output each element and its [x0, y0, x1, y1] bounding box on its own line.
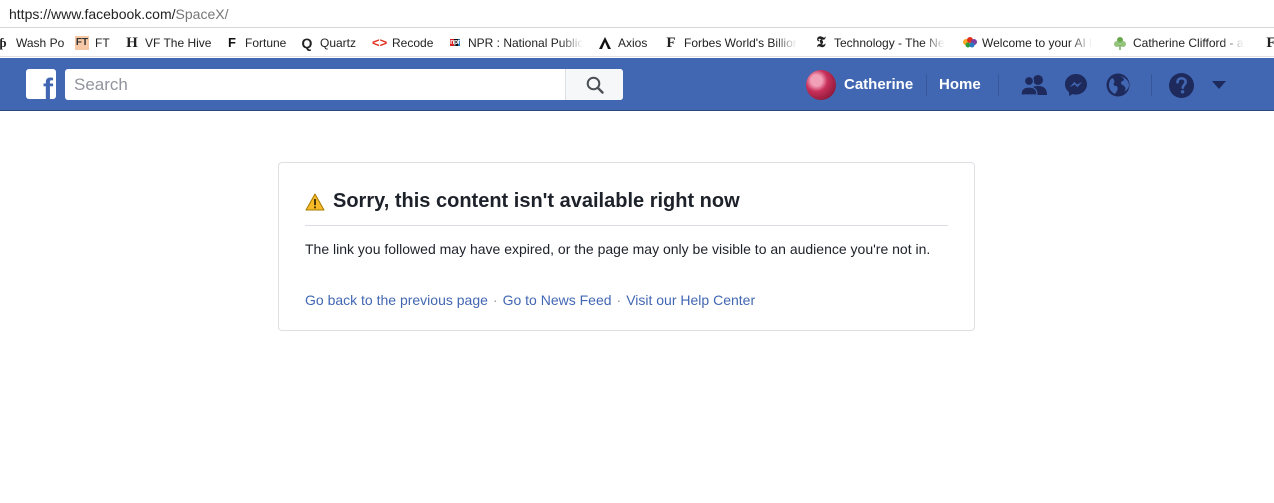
bookmark-npr[interactable]: npr NPR : National Public: [448, 34, 585, 52]
search-icon: [586, 76, 604, 94]
bookmark-recode[interactable]: <> Recode: [372, 34, 433, 52]
search-button[interactable]: [565, 69, 623, 100]
warning-icon: [305, 193, 325, 210]
profile-name: Catherine: [844, 76, 914, 93]
hive-icon: H: [126, 35, 138, 51]
quartz-icon: Q: [301, 35, 313, 51]
friends-icon: [1020, 75, 1047, 96]
bookmark-wash-post[interactable]: ƥ Wash Po: [0, 34, 64, 52]
divider: [305, 225, 948, 226]
nbc-icon: [962, 36, 977, 50]
error-header: Sorry, this content isn't available righ…: [305, 190, 740, 213]
caret-down-icon: [1212, 81, 1226, 89]
bookmark-forbes[interactable]: F Forbes World's Billior: [664, 34, 803, 52]
error-title: Sorry, this content isn't available righ…: [333, 190, 740, 212]
url-path: SpaceX/: [175, 6, 229, 22]
nav-divider: [926, 74, 927, 96]
nav-divider: [998, 74, 999, 96]
bookmark-vf-hive[interactable]: H VF The Hive: [125, 34, 211, 52]
home-link[interactable]: Home: [939, 76, 981, 93]
bookmark-catherine-clifford[interactable]: Catherine Clifford - a: [1113, 34, 1253, 52]
address-bar[interactable]: https://www.facebook.com/SpaceX/: [0, 0, 1274, 28]
news-feed-link[interactable]: Go to News Feed: [503, 292, 612, 308]
bookmark-axios[interactable]: Axios: [598, 34, 647, 52]
fortune-icon: F: [228, 35, 236, 50]
nav-divider: [1151, 74, 1152, 96]
globe-icon: [1106, 73, 1130, 97]
bookmark-ft[interactable]: FT FT: [75, 34, 110, 52]
quick-help-button[interactable]: [1167, 71, 1195, 99]
bookmark-fortune[interactable]: F Fortune: [225, 34, 286, 52]
bookmark-nyt-technology[interactable]: 𝕿 Technology - The Ne: [814, 34, 951, 52]
facebook-header: f Catherine Home: [0, 58, 1274, 111]
search-input[interactable]: [65, 69, 565, 100]
help-center-link[interactable]: Visit our Help Center: [626, 292, 755, 308]
search-box: [65, 69, 623, 100]
profile-link[interactable]: Catherine: [806, 69, 913, 100]
content-unavailable-card: Sorry, this content isn't available righ…: [278, 162, 975, 331]
error-message: The link you followed may have expired, …: [305, 241, 931, 257]
forbes-icon: F: [1264, 36, 1274, 51]
avatar: [806, 69, 836, 100]
npr-icon: npr: [450, 39, 460, 46]
bookmark-welcome-ai[interactable]: Welcome to your AI l: [962, 34, 1102, 52]
recode-icon: <>: [372, 35, 388, 50]
link-separator: ·: [616, 292, 622, 308]
url-host: https://www.facebook.com/: [9, 6, 176, 22]
account-settings-button[interactable]: [1205, 71, 1233, 99]
friend-requests-button[interactable]: [1020, 71, 1048, 99]
messages-button[interactable]: [1062, 71, 1090, 99]
bookmarks-bar: ƥ Wash Po FT FT H VF The Hive F Fortune …: [0, 29, 1274, 57]
forbes-icon: F: [666, 35, 676, 51]
link-separator: ·: [492, 292, 498, 308]
nyt-icon: 𝕿: [816, 35, 826, 51]
leaf-icon: [1113, 36, 1127, 50]
wash-post-icon: ƥ: [0, 35, 7, 50]
ft-icon: FT: [75, 36, 89, 50]
bookmark-quartz[interactable]: Q Quartz: [300, 34, 356, 52]
url-text[interactable]: https://www.facebook.com/SpaceX/: [9, 6, 228, 22]
notifications-button[interactable]: [1104, 71, 1132, 99]
axios-icon: [598, 36, 612, 50]
error-links: Go back to the previous page · Go to News …: [305, 292, 755, 308]
help-icon: [1168, 72, 1194, 98]
facebook-logo-icon[interactable]: f: [26, 69, 56, 99]
bookmark-overflow[interactable]: F: [1264, 34, 1274, 52]
messenger-icon: [1065, 74, 1087, 96]
go-back-link[interactable]: Go back to the previous page: [305, 292, 488, 308]
